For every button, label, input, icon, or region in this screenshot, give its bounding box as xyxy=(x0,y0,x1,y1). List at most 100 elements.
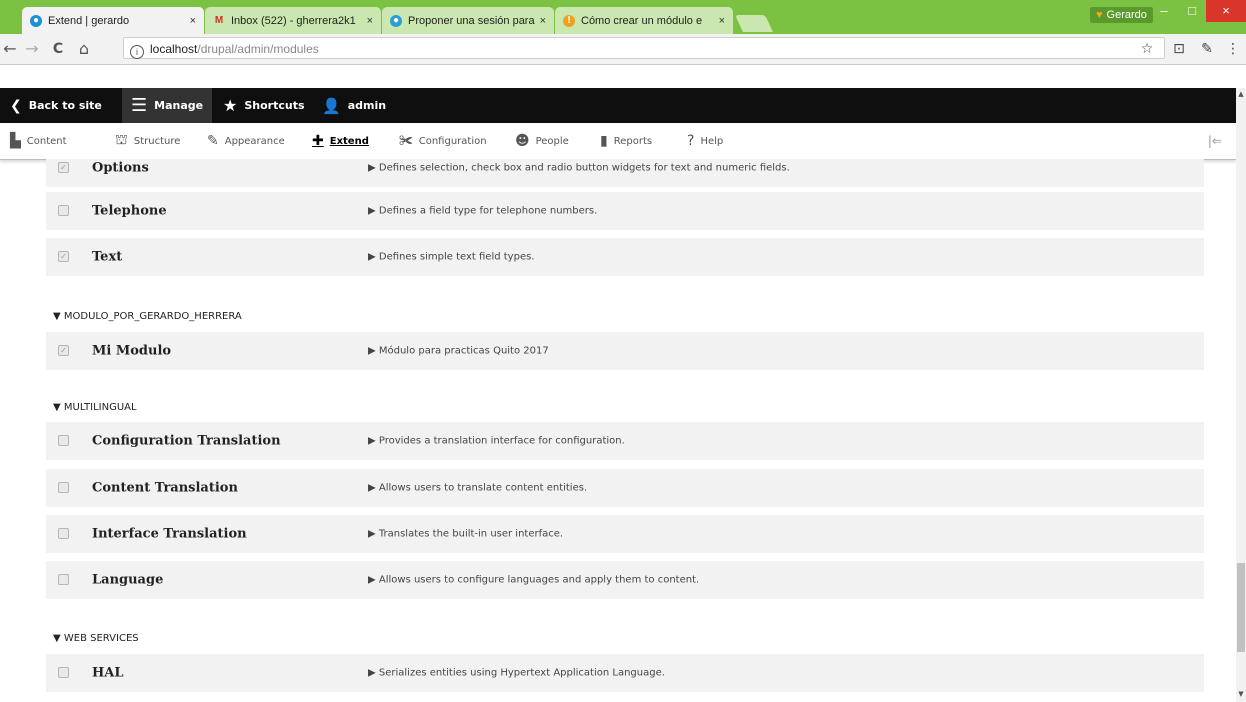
browser-tab-como-crear[interactable]: ! Cómo crear un módulo e × xyxy=(555,7,733,34)
module-checkbox[interactable]: ✓ xyxy=(58,251,69,262)
reload-icon[interactable]: C xyxy=(48,34,68,64)
module-list: ✓ Options ▶ Defines selection, check box… xyxy=(0,159,1236,702)
tray-item-label: Reports xyxy=(613,135,653,147)
people-icon: ☻ xyxy=(515,133,530,149)
manage-label: Manage xyxy=(154,99,204,112)
help-icon: ? xyxy=(687,133,695,149)
module-description-toggle[interactable]: ▶ Defines selection, check box and radio… xyxy=(368,163,790,174)
url-input[interactable]: i localhost/drupal/admin/modules xyxy=(123,37,1165,59)
info-icon: ! xyxy=(563,14,575,27)
module-description-toggle[interactable]: ▶ Serializes entities using Hypertext Ap… xyxy=(368,668,665,679)
tray-item-reports[interactable]: ▮ Reports xyxy=(600,123,652,159)
tray-item-label: Configuration xyxy=(418,135,487,147)
module-checkbox[interactable] xyxy=(58,667,69,678)
tray-item-label: Appearance xyxy=(224,135,285,147)
module-name: Content Translation xyxy=(92,480,238,496)
bookmark-star-icon[interactable]: ☆ xyxy=(1136,34,1158,64)
module-checkbox[interactable]: ✓ xyxy=(58,345,69,356)
module-description-toggle[interactable]: ▶ Defines simple text field types. xyxy=(368,252,534,263)
module-name: Options xyxy=(92,160,149,176)
tray-orientation-toggle[interactable]: |⇐ xyxy=(1208,123,1222,159)
browser-titlebar: ● Extend | gerardo × M Inbox (522) - ghe… xyxy=(0,0,1246,34)
module-name: Interface Translation xyxy=(92,526,247,542)
module-row-text: ✓ Text ▶ Defines simple text field types… xyxy=(46,238,1204,276)
browser-tab-proponer[interactable]: ● Proponer una sesión para × xyxy=(382,7,554,34)
profile-button[interactable]: ♥ Gerardo xyxy=(1090,7,1153,23)
tray-item-content[interactable]: ▙ Content xyxy=(10,123,67,159)
tab-label: Proponer una sesión para xyxy=(408,14,535,27)
manage-tab[interactable]: ☰ Manage xyxy=(122,88,213,123)
close-icon[interactable]: × xyxy=(540,15,546,27)
close-icon[interactable]: × xyxy=(367,15,373,27)
scroll-down-icon[interactable]: ▼ xyxy=(1236,690,1246,698)
module-checkbox[interactable] xyxy=(58,574,69,585)
tray-item-appearance[interactable]: ✎ Appearance xyxy=(207,123,285,159)
bar-chart-icon: ▮ xyxy=(600,133,608,149)
address-bar-row: ← → C ⌂ i localhost/drupal/admin/modules … xyxy=(0,34,1246,65)
tray-item-configuration[interactable]: ✀ Configuration xyxy=(399,123,487,159)
module-row-hal: HAL ▶ Serializes entities using Hypertex… xyxy=(46,654,1204,692)
drupal-icon: ● xyxy=(30,14,42,27)
maximize-button[interactable]: □ xyxy=(1178,0,1206,22)
tray-item-help[interactable]: ? Help xyxy=(687,123,723,159)
module-row-configuration-translation: Configuration Translation ▶ Provides a t… xyxy=(46,422,1204,460)
module-row-content-translation: Content Translation ▶ Allows users to tr… xyxy=(46,469,1204,507)
module-description-toggle[interactable]: ▶ Módulo para practicas Quito 2017 xyxy=(368,346,549,357)
tray-item-label: Help xyxy=(700,135,724,147)
module-group-header[interactable]: ▼ MODULO_POR_GERARDO_HERRERA xyxy=(53,311,242,322)
browser-tab-gmail[interactable]: M Inbox (522) - gherrera2k1 × xyxy=(205,7,381,34)
module-description-toggle[interactable]: ▶ Defines a field type for telephone num… xyxy=(368,206,597,217)
tray-item-structure[interactable]: ⛫ Structure xyxy=(115,123,180,159)
home-icon[interactable]: ⌂ xyxy=(74,34,94,64)
profile-icon: ♥ xyxy=(1096,9,1103,21)
hamburger-icon: ☰ xyxy=(131,95,148,116)
module-checkbox[interactable] xyxy=(58,528,69,539)
browser-tab-extend[interactable]: ● Extend | gerardo × xyxy=(22,7,204,34)
module-checkbox[interactable]: ✓ xyxy=(58,162,69,173)
close-icon[interactable]: × xyxy=(719,15,725,27)
back-arrow-icon[interactable]: ← xyxy=(0,34,20,64)
site-info-icon[interactable]: i xyxy=(130,45,144,59)
close-icon[interactable]: × xyxy=(190,15,196,27)
tray-item-people[interactable]: ☻ People xyxy=(515,123,569,159)
back-to-site-link[interactable]: ❮ Back to site xyxy=(0,88,112,123)
module-description-toggle[interactable]: ▶ Allows users to translate content enti… xyxy=(368,483,587,494)
tab-label: Inbox (522) - gherrera2k1 xyxy=(231,14,356,27)
module-description-toggle[interactable]: ▶ Translates the built-in user interface… xyxy=(368,529,563,540)
tray-item-label: Structure xyxy=(133,135,181,147)
minimize-button[interactable]: – xyxy=(1150,0,1178,22)
forward-arrow-icon[interactable]: → xyxy=(22,34,42,64)
module-checkbox[interactable] xyxy=(58,482,69,493)
chevron-left-icon: ❮ xyxy=(10,97,22,114)
module-name: Language xyxy=(92,572,164,588)
window-close-button[interactable]: × xyxy=(1206,0,1246,22)
new-tab-button[interactable] xyxy=(735,15,773,32)
module-row-language: Language ▶ Allows users to configure lan… xyxy=(46,561,1204,599)
cast-icon[interactable]: ⊡ xyxy=(1168,34,1190,64)
module-name: Mi Modulo xyxy=(92,343,172,359)
drupal-icon: ● xyxy=(390,14,402,27)
user-tab[interactable]: 👤 admin xyxy=(322,88,386,123)
structure-icon: ⛫ xyxy=(115,132,128,148)
module-group-header[interactable]: ▼ WEB SERVICES xyxy=(53,633,139,644)
tray-item-extend[interactable]: ✚ Extend xyxy=(312,123,369,159)
module-checkbox[interactable] xyxy=(58,205,69,216)
shortcuts-tab[interactable]: ★ Shortcuts xyxy=(223,88,305,123)
extension-icon[interactable]: ✎ xyxy=(1196,34,1218,64)
shortcuts-label: Shortcuts xyxy=(244,99,305,112)
paintbrush-icon: ✎ xyxy=(207,133,219,149)
back-to-site-label: Back to site xyxy=(28,99,102,112)
puzzle-icon: ✚ xyxy=(312,133,324,149)
url-path: /drupal/admin/modules xyxy=(197,42,319,56)
menu-icon[interactable]: ⋮ xyxy=(1222,34,1244,64)
module-group-header[interactable]: ▼ MULTILINGUAL xyxy=(53,402,137,413)
admin-tray: ▙ Content ⛫ Structure ✎ Appearance ✚ Extend … xyxy=(0,123,1236,160)
module-checkbox[interactable] xyxy=(58,435,69,446)
module-description-toggle[interactable]: ▶ Provides a translation interface for c… xyxy=(368,436,625,447)
scrollbar-thumb[interactable] xyxy=(1237,563,1245,652)
tray-item-label: Content xyxy=(26,135,67,147)
profile-name: Gerardo xyxy=(1106,9,1147,21)
scroll-up-icon[interactable]: ▲ xyxy=(1236,90,1246,98)
module-description-toggle[interactable]: ▶ Allows users to configure languages an… xyxy=(368,575,699,586)
module-name: HAL xyxy=(92,665,124,681)
